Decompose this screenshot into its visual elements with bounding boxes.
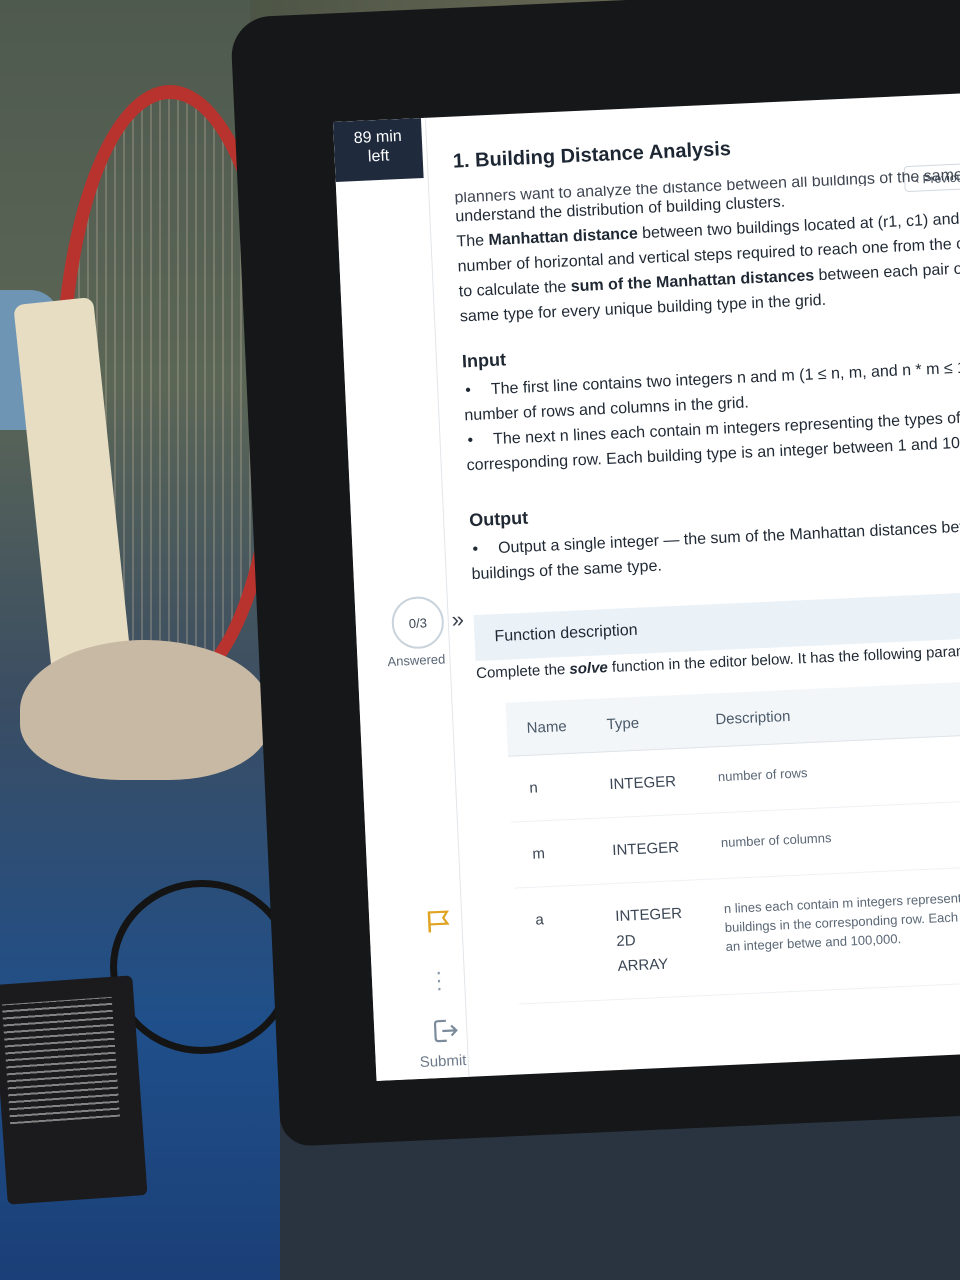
intro-2-pre: The — [456, 232, 489, 251]
submit-icon[interactable] — [432, 1017, 461, 1044]
page-title: 1. Building Distance Analysis — [452, 137, 732, 173]
more-icon[interactable]: · · · — [433, 959, 444, 1000]
fd-intro-bold: solve — [569, 659, 609, 678]
param-description: n lines each contain m integers represen… — [702, 862, 960, 996]
answered-label: Answered — [387, 651, 446, 670]
flag-icon[interactable] — [425, 907, 452, 934]
column-header: Name — [505, 699, 588, 757]
column-header: Type — [585, 694, 697, 753]
param-type: INTEGER — [590, 813, 703, 885]
param-type: INTEGER 2D ARRAY — [593, 879, 708, 1001]
fan-base — [20, 640, 270, 780]
power-cable — [110, 880, 294, 1054]
fd-intro-pre: Complete the — [475, 660, 570, 683]
progress-indicator[interactable]: 0/3 — [390, 595, 445, 650]
expand-icon[interactable]: » — [451, 607, 464, 634]
adapter-label — [1, 996, 120, 1125]
parameters-table: Name Type Description n INTEGER number o… — [505, 677, 960, 1004]
intro-4-pre: to calculate the — [458, 278, 572, 301]
param-name: a — [513, 884, 600, 1004]
timer-suffix: left — [367, 147, 390, 166]
laptop-screen: 89 min left 0/3 Answered · · · Submit » 1.… — [333, 91, 960, 1082]
param-name: m — [510, 818, 594, 889]
intro-4-post: between each pair of build — [818, 259, 960, 285]
intro-2-bold: Manhattan distance — [488, 225, 639, 250]
param-name: n — [507, 752, 591, 823]
power-adapter — [0, 975, 148, 1205]
time-remaining: 89 min left — [333, 118, 424, 182]
param-type: INTEGER — [587, 747, 700, 819]
problem-statement: planners want to analyze the distance be… — [454, 164, 960, 1005]
submit-button[interactable]: Submit — [419, 1052, 466, 1071]
